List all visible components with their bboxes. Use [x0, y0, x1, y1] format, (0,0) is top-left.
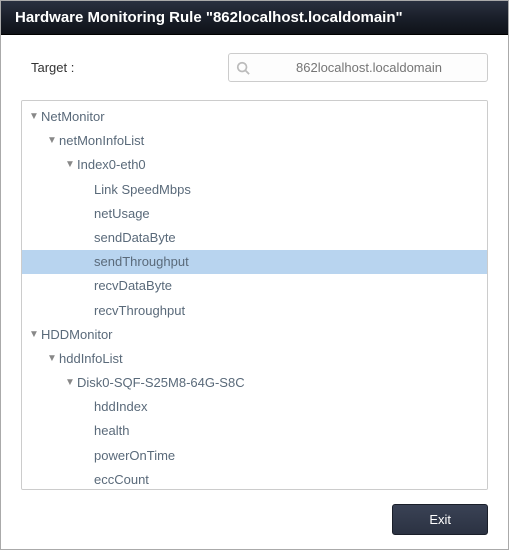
tree-item[interactable]: sendThroughput [22, 250, 487, 274]
dialog-content: Target : ▼NetMonitor▼netMonInfoList▼Inde… [1, 35, 508, 549]
tree-item-label: sendThroughput [94, 253, 189, 271]
tree-item[interactable]: Link SpeedMbps [22, 178, 487, 202]
chevron-down-icon[interactable]: ▼ [46, 352, 58, 366]
target-input[interactable] [228, 53, 488, 82]
target-label: Target : [21, 60, 81, 75]
tree-item-label: powerOnTime [94, 447, 175, 465]
tree-item-label: sendDataByte [94, 229, 176, 247]
tree-item-label: HDDMonitor [41, 326, 113, 344]
tree-item[interactable]: recvThroughput [22, 299, 487, 323]
tree-item-label: NetMonitor [41, 108, 105, 126]
chevron-down-icon[interactable]: ▼ [64, 158, 76, 172]
tree-item-label: recvThroughput [94, 302, 185, 320]
tree-item[interactable]: netUsage [22, 202, 487, 226]
target-row: Target : [21, 53, 488, 82]
tree-item-label: netMonInfoList [59, 132, 144, 150]
target-input-wrap [228, 53, 488, 82]
dialog: Hardware Monitoring Rule "862localhost.l… [0, 0, 509, 550]
tree-item[interactable]: eccCount [22, 468, 487, 490]
tree-item[interactable]: ▼netMonInfoList [22, 129, 487, 153]
tree-item-label: hddIndex [94, 398, 148, 416]
dialog-title: Hardware Monitoring Rule "862localhost.l… [15, 9, 403, 26]
chevron-down-icon[interactable]: ▼ [28, 110, 40, 124]
tree-item-label: hddInfoList [59, 350, 123, 368]
chevron-down-icon[interactable]: ▼ [46, 134, 58, 148]
tree-item-label: Index0-eth0 [77, 156, 146, 174]
tree-item-label: Link SpeedMbps [94, 181, 191, 199]
chevron-down-icon[interactable]: ▼ [64, 376, 76, 390]
chevron-down-icon[interactable]: ▼ [28, 328, 40, 342]
tree-item[interactable]: ▼NetMonitor [22, 105, 487, 129]
footer: Exit [21, 490, 488, 535]
tree-view[interactable]: ▼NetMonitor▼netMonInfoList▼Index0-eth0Li… [21, 100, 488, 490]
tree-item-label: health [94, 422, 129, 440]
title-bar: Hardware Monitoring Rule "862localhost.l… [1, 1, 508, 35]
tree-item[interactable]: health [22, 419, 487, 443]
tree-item[interactable]: ▼HDDMonitor [22, 323, 487, 347]
tree-item[interactable]: sendDataByte [22, 226, 487, 250]
exit-button[interactable]: Exit [392, 504, 488, 535]
tree-item[interactable]: ▼hddInfoList [22, 347, 487, 371]
tree-item[interactable]: ▼Disk0-SQF-S25M8-64G-S8C [22, 371, 487, 395]
tree-item-label: recvDataByte [94, 277, 172, 295]
tree-item-label: eccCount [94, 471, 149, 489]
tree-item-label: netUsage [94, 205, 150, 223]
tree-item-label: Disk0-SQF-S25M8-64G-S8C [77, 374, 245, 392]
tree-item[interactable]: recvDataByte [22, 274, 487, 298]
tree-item[interactable]: ▼Index0-eth0 [22, 153, 487, 177]
tree-item[interactable]: powerOnTime [22, 444, 487, 468]
search-icon [236, 61, 250, 75]
tree-item[interactable]: hddIndex [22, 395, 487, 419]
